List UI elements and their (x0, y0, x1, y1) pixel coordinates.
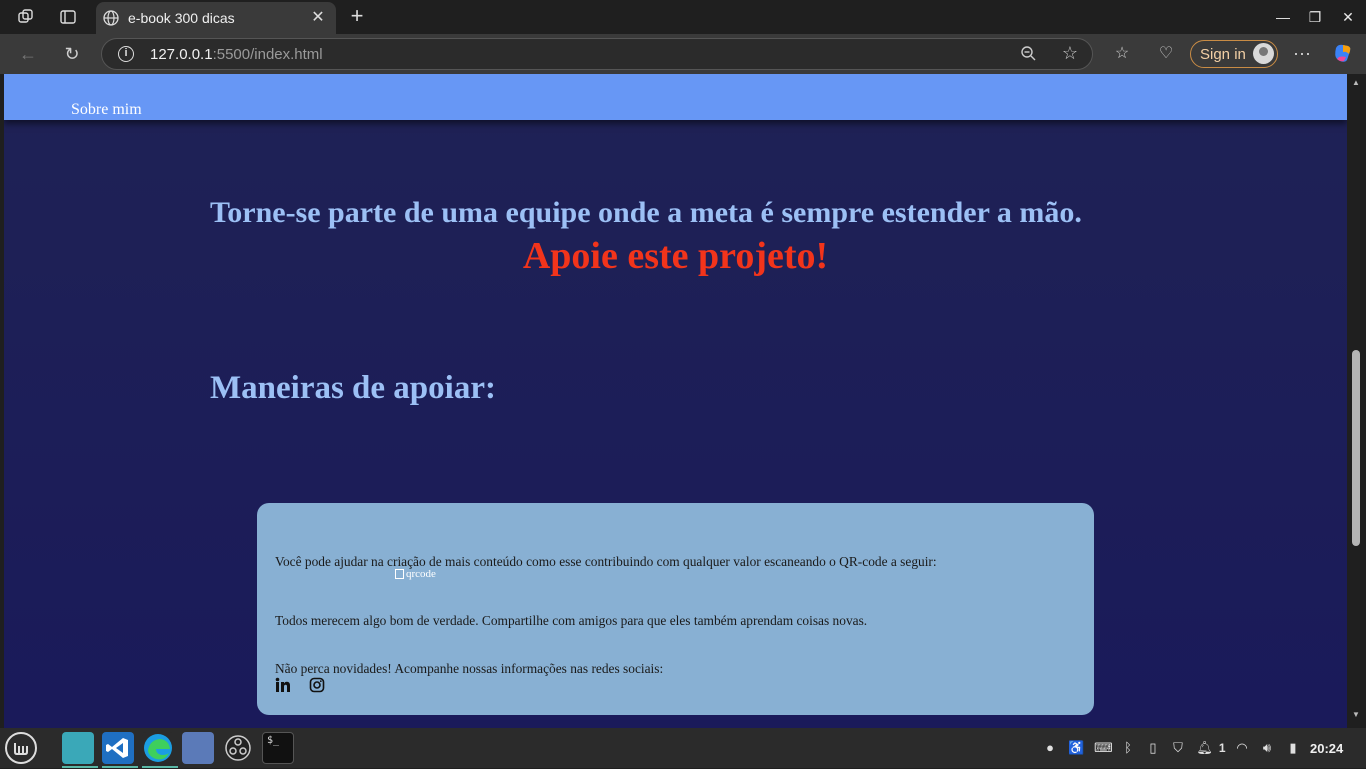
shield-icon[interactable]: ⛉ (1170, 740, 1186, 756)
keyboard-icon[interactable]: ⌨ (1094, 740, 1113, 756)
clipboard-icon[interactable]: ▯ (1145, 740, 1161, 756)
site-navbar: Sobre mim (4, 74, 1347, 120)
user-icon[interactable]: ● (1042, 740, 1058, 756)
sign-in-button[interactable]: Sign in (1190, 40, 1278, 68)
tab-active[interactable]: e-book 300 dicas ✕ (96, 2, 336, 34)
files-icon[interactable] (62, 732, 98, 768)
new-tab-button[interactable]: + (344, 4, 370, 30)
url-text: 127.0.0.1:5500/index.html (150, 46, 323, 63)
workspaces-icon[interactable] (15, 6, 37, 28)
scroll-thumb[interactable] (1352, 350, 1360, 546)
reload-icon[interactable]: ↻ (60, 42, 84, 66)
mint-menu-icon[interactable] (5, 732, 37, 764)
qrcode-image: qrcode (395, 568, 436, 580)
avatar (1253, 43, 1274, 64)
more-menu-icon[interactable]: ⋯ (1290, 42, 1314, 66)
tab-strip: e-book 300 dicas ✕ + — ❐ ✕ (0, 0, 1366, 34)
obs-icon[interactable] (222, 732, 254, 764)
bluetooth-icon[interactable]: ᛒ (1120, 740, 1136, 756)
browser-toolbar: ← ↻ i 127.0.0.1:5500/index.html ☆ ☆ ♡ Si… (0, 34, 1366, 74)
battery-icon[interactable]: ▮ (1285, 740, 1301, 756)
restore-icon[interactable]: ❐ (1304, 6, 1326, 28)
favorite-star-icon[interactable]: ☆ (1062, 43, 1078, 64)
close-tab-icon[interactable]: ✕ (308, 8, 328, 28)
screenshot-icon[interactable] (182, 732, 214, 764)
edge-icon[interactable] (142, 732, 178, 768)
tab-title: e-book 300 dicas (128, 10, 235, 26)
notifications-icon[interactable]: 🔔︎ 1 (1196, 740, 1226, 756)
page-viewport: Sobre mim Torne-se parte de uma equipe o… (4, 74, 1347, 728)
vscode-icon[interactable] (102, 732, 138, 768)
favorites-icon[interactable]: ☆ (1110, 42, 1134, 66)
address-bar[interactable]: i 127.0.0.1:5500/index.html ☆ (101, 38, 1093, 70)
wifi-icon[interactable]: ◠ (1234, 740, 1250, 756)
headline: Torne-se parte de uma equipe onde a meta… (210, 196, 1082, 229)
instagram-icon[interactable] (309, 677, 327, 695)
scroll-down-icon[interactable]: ▼ (1352, 710, 1360, 719)
social-text: Não perca novidades! Acompanhe nossas in… (275, 661, 664, 676)
back-icon[interactable]: ← (16, 42, 40, 66)
tab-actions-icon[interactable] (57, 6, 79, 28)
site-info-icon[interactable]: i (118, 46, 134, 62)
share-text: Todos merecem algo bom de verdade. Compa… (275, 613, 868, 628)
minimize-icon[interactable]: — (1272, 6, 1294, 28)
clock[interactable]: 20:24 (1310, 741, 1343, 756)
volume-icon[interactable]: 🔊︎ (1259, 740, 1275, 756)
page-scrollbar[interactable]: ▲ ▼ (1347, 74, 1366, 728)
scroll-up-icon[interactable]: ▲ (1352, 78, 1360, 87)
zoom-out-icon[interactable] (1020, 45, 1036, 65)
accessibility-icon[interactable]: ♿ (1068, 740, 1084, 756)
section-title: Maneiras de apoiar: (210, 370, 496, 406)
browser-essentials-icon[interactable]: ♡ (1154, 42, 1178, 66)
taskbar: $_ ● ♿ ⌨ ᛒ ▯ ⛉ 🔔︎ 1 ◠ 🔊︎ ▮ 20:24 (0, 728, 1366, 768)
nav-link-sobre-mim[interactable]: Sobre mim (71, 101, 142, 119)
close-window-icon[interactable]: ✕ (1337, 6, 1359, 28)
call-to-action: Apoie este projeto! (522, 235, 829, 277)
globe-icon (102, 9, 120, 27)
qr-instructions: Você pode ajudar na criação de mais cont… (275, 554, 937, 569)
linkedin-icon[interactable] (275, 677, 293, 695)
support-card: Você pode ajudar na criação de mais cont… (257, 503, 1094, 715)
copilot-icon[interactable] (1331, 42, 1355, 66)
broken-image-icon (395, 569, 404, 579)
terminal-icon[interactable]: $_ (262, 732, 294, 764)
